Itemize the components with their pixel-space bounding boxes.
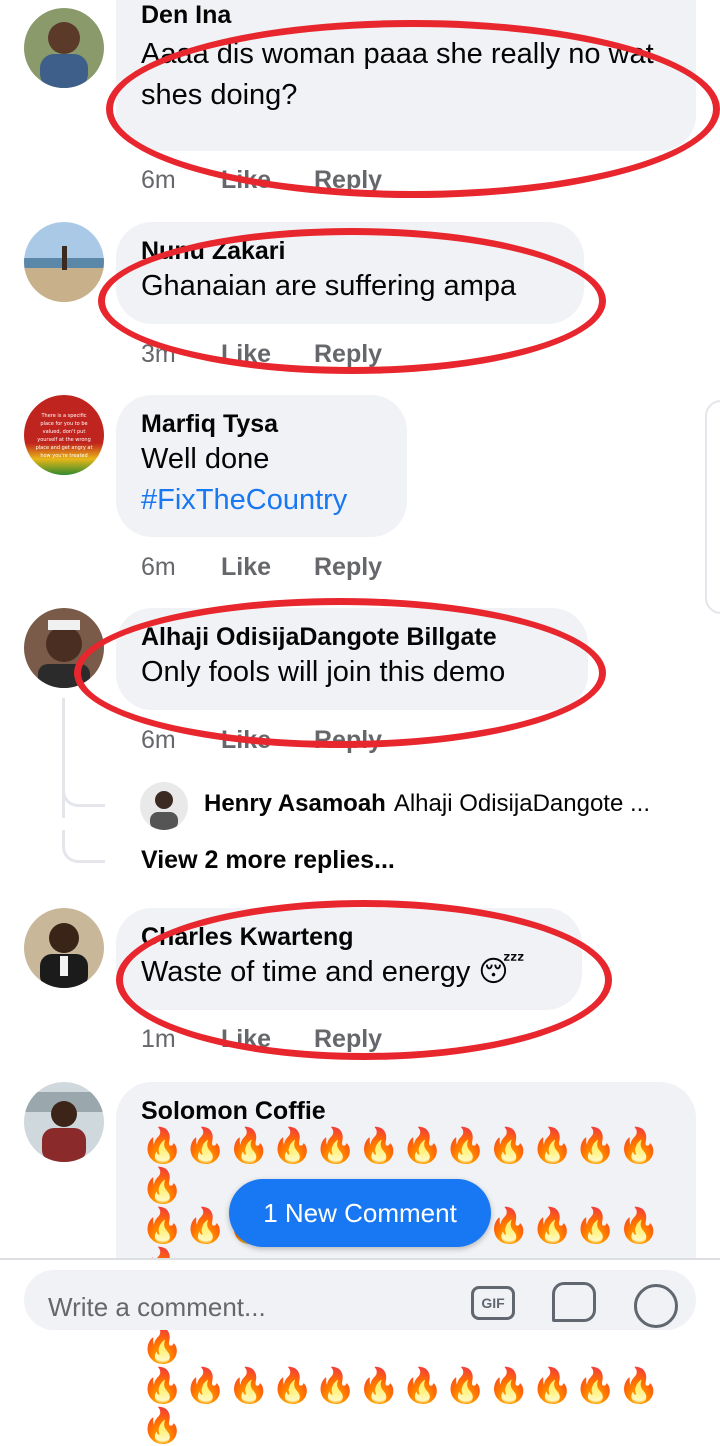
gif-icon[interactable]: GIF <box>471 1286 515 1320</box>
comment-actions: 1m Like Reply <box>141 1025 382 1054</box>
reply-author[interactable]: Henry Asamoah <box>204 790 386 817</box>
emoji-row: 🔥🔥🔥🔥🔥🔥🔥🔥🔥🔥🔥🔥🔥 <box>141 1367 662 1445</box>
avatar-quote-line: place and get angry at <box>36 445 93 451</box>
comment-time: 6m <box>141 726 176 754</box>
comment-author[interactable]: Alhaji OdisijaDangote Billgate <box>141 622 562 652</box>
like-button[interactable]: Like <box>221 340 314 369</box>
comment-time: 6m <box>141 166 176 194</box>
comment-author[interactable]: Den Ina <box>141 0 670 34</box>
like-button[interactable]: Like <box>221 166 314 195</box>
avatar-quote-line: yourself at the wrong <box>37 437 91 443</box>
comment-bubble[interactable]: Marfiq Tysa Well done #FixTheCountry <box>116 395 407 537</box>
avatar-quote-line: There is a specific <box>40 413 86 419</box>
avatar-quote-line: how you're treated <box>40 453 87 459</box>
view-more-replies[interactable]: View 2 more replies... <box>141 846 395 875</box>
comment-bubble[interactable]: Charles Kwarteng Waste of time and energ… <box>116 908 582 1010</box>
avatar-quote-line: valued, don't put <box>43 429 86 435</box>
comment-time: 1m <box>141 1025 176 1053</box>
comment-author[interactable]: Marfiq Tysa <box>141 409 381 439</box>
comment-text: Aaaa dis woman paaa she really no wat sh… <box>141 38 654 111</box>
avatar-nunu-zakari[interactable] <box>24 222 104 302</box>
comment-actions: 6m Like Reply <box>141 166 382 195</box>
emoji-icon[interactable] <box>634 1284 678 1328</box>
reply-button[interactable]: Reply <box>314 726 382 755</box>
avatar-den-ina[interactable] <box>24 8 104 88</box>
comment-text: Well done <box>141 443 270 475</box>
reply-preview[interactable]: Henry Asamoah Alhaji OdisijaDangote ... <box>204 790 650 818</box>
reply-button[interactable]: Reply <box>314 166 382 195</box>
comment-text: Waste of time and energy 😴 <box>141 956 525 988</box>
avatar-marfiq-tysa[interactable]: There is a specific place for you to be … <box>24 395 104 475</box>
sticker-icon[interactable] <box>552 1282 596 1322</box>
comment-text: Only fools will join this demo <box>141 656 506 688</box>
thread-connector <box>62 830 105 863</box>
comment-time: 6m <box>141 553 176 581</box>
avatar-quote-line: place for you to be <box>40 421 87 427</box>
comment-bubble[interactable]: Alhaji OdisijaDangote Billgate Only fool… <box>116 608 588 710</box>
comment-time: 3m <box>141 340 176 368</box>
avatar-solomon-coffie[interactable] <box>24 1082 104 1162</box>
new-comment-button[interactable]: 1 New Comment <box>229 1179 491 1247</box>
side-panel-handle[interactable] <box>705 400 720 614</box>
avatar-alhaji[interactable] <box>24 608 104 688</box>
like-button[interactable]: Like <box>221 726 314 755</box>
reply-button[interactable]: Reply <box>314 553 382 582</box>
comment-bubble[interactable]: Den Ina Aaaa dis woman paaa she really n… <box>116 0 696 151</box>
comment-actions: 6m Like Reply <box>141 726 382 755</box>
comment-actions: 3m Like Reply <box>141 340 382 369</box>
comment-author[interactable]: Charles Kwarteng <box>141 922 556 952</box>
like-button[interactable]: Like <box>221 553 314 582</box>
comment-text: Ghanaian are suffering ampa <box>141 270 517 302</box>
reply-button[interactable]: Reply <box>314 340 382 369</box>
comment-input[interactable]: Write a comment... <box>48 1292 266 1323</box>
like-button[interactable]: Like <box>221 1025 314 1054</box>
comment-actions: 6m Like Reply <box>141 553 382 582</box>
comment-author[interactable]: Nunu Zakari <box>141 236 558 266</box>
reply-preview-text: Alhaji OdisijaDangote ... <box>393 790 650 817</box>
avatar-henry-asamoah[interactable] <box>140 782 188 830</box>
comment-author[interactable]: Solomon Coffie <box>141 1096 670 1126</box>
thread-connector <box>62 780 105 807</box>
reply-button[interactable]: Reply <box>314 1025 382 1054</box>
avatar-charles-kwarteng[interactable] <box>24 908 104 988</box>
hashtag-link[interactable]: #FixTheCountry <box>141 480 381 521</box>
comment-bubble[interactable]: Nunu Zakari Ghanaian are suffering ampa <box>116 222 584 324</box>
